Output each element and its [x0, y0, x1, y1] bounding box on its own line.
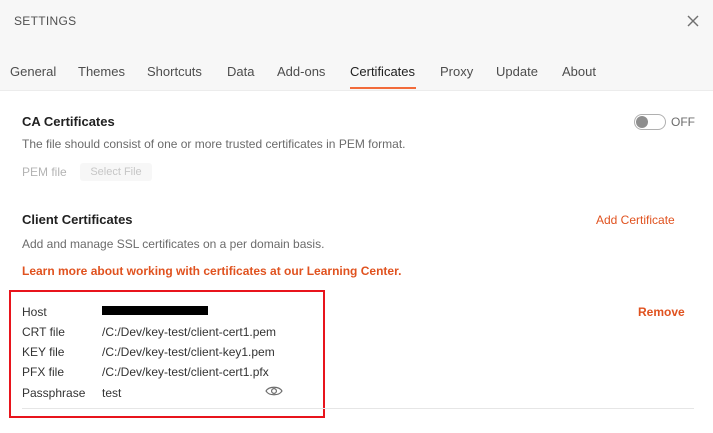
tab-add-ons[interactable]: Add-ons: [277, 64, 325, 79]
remove-certificate-button[interactable]: Remove: [638, 305, 685, 319]
host-label: Host: [22, 305, 47, 319]
passphrase-value: test: [102, 386, 122, 400]
crt-file-value: /C:/Dev/key-test/client-cert1.pem: [102, 325, 277, 339]
settings-title: SETTINGS: [14, 14, 77, 28]
tab-update[interactable]: Update: [496, 64, 538, 79]
select-file-button[interactable]: Select File: [80, 163, 152, 181]
client-certificates-title: Client Certificates: [22, 212, 133, 227]
client-certificates-description: Add and manage SSL certificates on a per…: [22, 237, 325, 251]
eye-icon[interactable]: [265, 384, 283, 398]
ca-certificates-description: The file should consist of one or more t…: [22, 137, 406, 151]
key-file-label: KEY file: [22, 345, 65, 359]
add-certificate-button[interactable]: Add Certificate: [596, 213, 675, 227]
close-icon[interactable]: [685, 13, 701, 29]
toggle-knob: [636, 116, 648, 128]
toggle-state-label: OFF: [671, 115, 695, 129]
pfx-file-value: /C:/Dev/key-test/client-cert1.pfx: [102, 365, 269, 379]
tab-themes[interactable]: Themes: [78, 64, 125, 79]
active-tab-indicator: [350, 87, 416, 89]
learning-center-link[interactable]: Learn more about working with certificat…: [22, 264, 401, 278]
settings-tabs: General Themes Shortcuts Data Add-ons Ce…: [0, 44, 713, 91]
tab-general[interactable]: General: [10, 64, 56, 79]
tab-shortcuts[interactable]: Shortcuts: [147, 64, 202, 79]
ca-certificates-title: CA Certificates: [22, 114, 115, 129]
key-file-value: /C:/Dev/key-test/client-key1.pem: [102, 345, 275, 359]
tab-certificates[interactable]: Certificates: [350, 64, 415, 79]
crt-file-label: CRT file: [22, 325, 65, 339]
passphrase-label: Passphrase: [22, 386, 86, 400]
tab-data[interactable]: Data: [227, 64, 254, 79]
pfx-file-label: PFX file: [22, 365, 65, 379]
ca-certificates-toggle[interactable]: [634, 114, 666, 130]
redacted-host-value: [102, 306, 208, 315]
tab-about[interactable]: About: [562, 64, 596, 79]
tab-proxy[interactable]: Proxy: [440, 64, 473, 79]
section-divider: [22, 408, 694, 409]
settings-header: SETTINGS: [0, 0, 713, 44]
pem-file-label: PEM file: [22, 165, 67, 179]
